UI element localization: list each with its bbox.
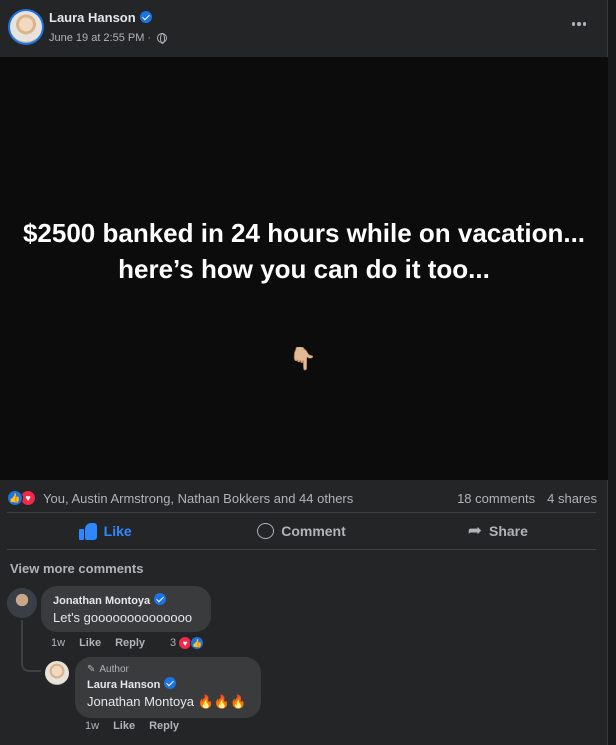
comment-bubble-icon: [257, 523, 275, 539]
dot-icon: [577, 22, 581, 26]
comment-button[interactable]: Comment: [203, 514, 399, 548]
verified-badge-icon: [154, 593, 167, 605]
view-more-comments-link[interactable]: View more comments: [10, 561, 143, 576]
author-name-link[interactable]: Laura Hanson: [49, 10, 152, 25]
comment-bubble: Jonathan Montoya Let's goooooooooooooo: [41, 586, 211, 632]
more-options-button[interactable]: [564, 12, 594, 36]
meta-separator: ·: [147, 32, 152, 44]
pencil-icon: ✎: [87, 664, 96, 675]
reply-author-name-link[interactable]: Laura Hanson: [87, 677, 249, 691]
post-actions: Like Comment ➦ Share: [7, 514, 596, 548]
scrollbar[interactable]: [608, 0, 616, 745]
comment-like-button[interactable]: Like: [79, 637, 101, 649]
author-badge-label: Author: [99, 664, 129, 675]
author-badge: ✎ Author: [87, 664, 249, 675]
engagement-counts: 18 comments 4 shares: [457, 491, 597, 506]
share-arrow-icon: ➦: [467, 521, 482, 540]
avatar-photo: [10, 11, 42, 43]
reply-like-button[interactable]: Like: [113, 720, 135, 732]
comment-label: Comment: [281, 523, 346, 539]
thumbs-up-icon: [78, 522, 97, 540]
verified-badge-icon: [164, 677, 177, 689]
reply-meta: 1w Like Reply: [85, 720, 179, 732]
like-reaction-icon: 👍: [7, 490, 23, 506]
like-button[interactable]: Like: [7, 514, 203, 548]
comment-reactions[interactable]: 3 ♥ 👍: [170, 636, 205, 650]
divider: [7, 512, 596, 513]
reactors-link[interactable]: You, Austin Armstrong, Nathan Bokkers an…: [43, 491, 353, 506]
dot-icon: [582, 22, 587, 26]
globe-icon[interactable]: [157, 33, 168, 44]
post-timestamp[interactable]: June 19 at 2:55 PM: [49, 32, 144, 44]
comment-age[interactable]: 1w: [51, 637, 65, 649]
reply-age[interactable]: 1w: [85, 720, 99, 732]
comment-reply-button[interactable]: Reply: [115, 637, 145, 649]
reactions-summary: 👍 ♥ You, Austin Armstrong, Nathan Bokker…: [0, 482, 608, 512]
shares-count-link[interactable]: 4 shares: [547, 491, 597, 506]
reply-author-name: Laura Hanson: [87, 679, 161, 691]
like-label: Like: [103, 523, 132, 539]
media-caption: $2500 banked in 24 hours while on vacati…: [22, 218, 586, 284]
comments-count-link[interactable]: 18 comments: [457, 491, 535, 506]
divider: [7, 549, 596, 550]
commenter-avatar[interactable]: [7, 588, 37, 618]
pointing-down-icon: 👇🏼: [289, 346, 317, 371]
reaction-icons[interactable]: 👍 ♥: [7, 490, 36, 506]
commenter-name-link[interactable]: Jonathan Montoya: [53, 593, 199, 607]
post-meta: June 19 at 2:55 PM ·: [49, 32, 168, 44]
post-card: Laura Hanson June 19 at 2:55 PM · $2500 …: [0, 0, 608, 745]
reply-thread-line: [21, 620, 41, 672]
like-reaction-icon: 👍: [190, 636, 205, 650]
share-label: Share: [488, 523, 528, 539]
commenter-name: Jonathan Montoya: [53, 595, 151, 607]
post-header: Laura Hanson June 19 at 2:55 PM ·: [0, 0, 608, 56]
verified-badge-icon: [139, 11, 152, 23]
comment-reaction-count: 3: [170, 637, 177, 649]
reply-author-avatar[interactable]: [45, 661, 69, 685]
comment-text: Let's goooooooooooooo: [53, 610, 193, 625]
author-name: Laura Hanson: [49, 10, 136, 25]
post-media[interactable]: $2500 banked in 24 hours while on vacati…: [0, 57, 608, 480]
dot-icon: [571, 22, 576, 26]
share-button[interactable]: ➦ Share: [400, 514, 596, 548]
reply-text: Jonathan Montoya 🔥🔥🔥: [87, 694, 247, 709]
reply-reply-button[interactable]: Reply: [149, 720, 179, 732]
reply-bubble: ✎ Author Laura Hanson Jonathan Montoya 🔥…: [75, 657, 261, 718]
author-avatar[interactable]: [8, 9, 44, 45]
comment-meta: 1w Like Reply: [51, 637, 145, 649]
